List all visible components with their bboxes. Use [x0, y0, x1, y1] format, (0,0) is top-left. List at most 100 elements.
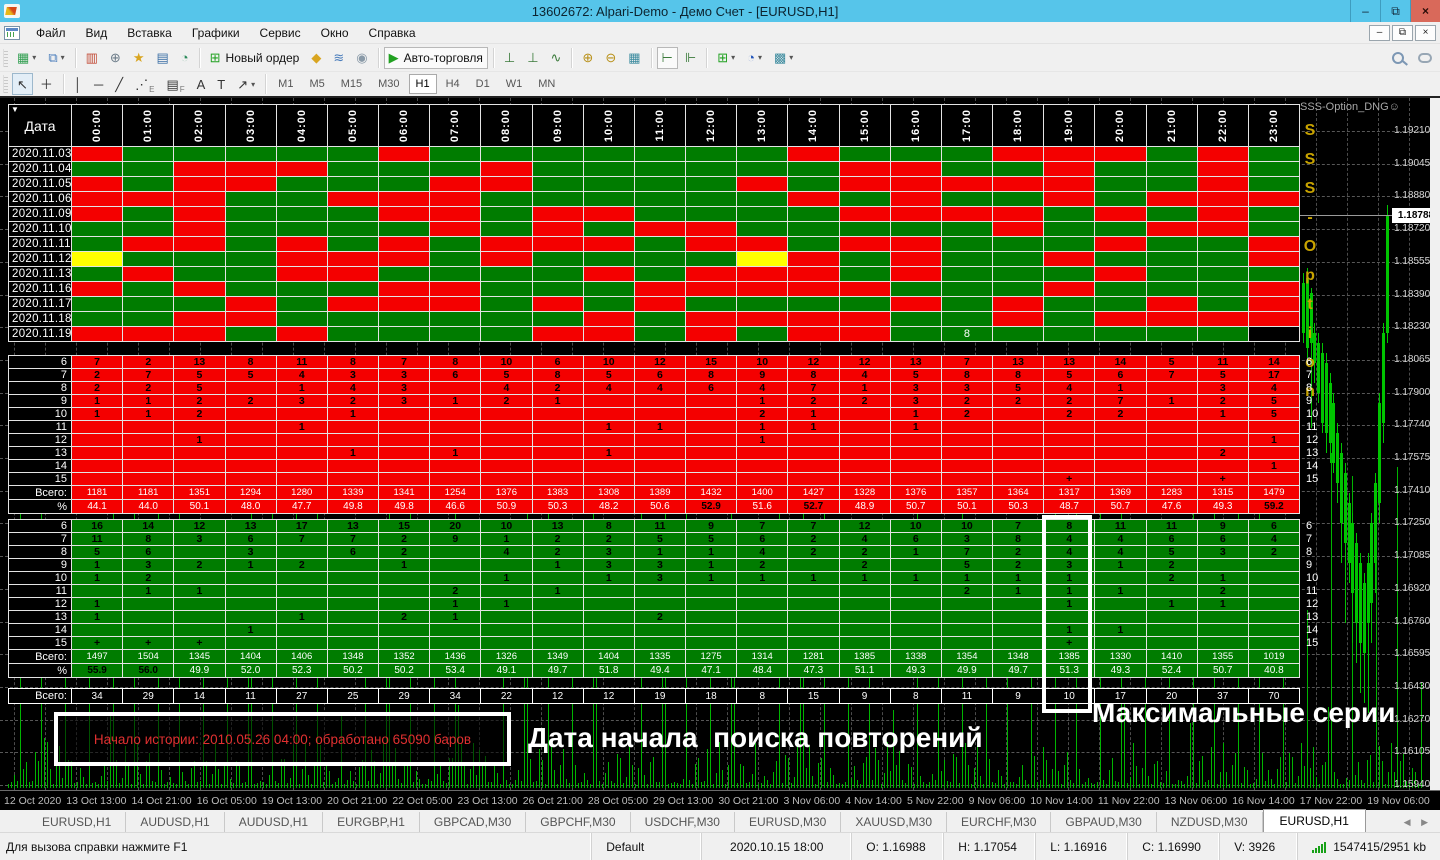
volume-bar	[941, 771, 942, 788]
templates-button[interactable]: ▩▾	[769, 47, 798, 69]
candle-body	[1374, 483, 1377, 563]
timeframe-MN[interactable]: MN	[531, 74, 562, 94]
volume-bar	[1367, 760, 1368, 788]
horizontal-line-tool-button[interactable]: ─	[89, 73, 108, 95]
depth-of-market-button[interactable]: ≋	[328, 47, 349, 69]
volume-bar	[1157, 761, 1158, 788]
chart-tab-GBPAUD-M30[interactable]: GBPAUD,M30	[1051, 812, 1156, 832]
chart-tab-XAUUSD-M30[interactable]: XAUUSD,M30	[841, 812, 947, 832]
new-chart-dropdown-icon[interactable]: ▾	[32, 53, 36, 62]
tile-windows-button[interactable]: ▦	[623, 47, 645, 69]
menu-item-Справка[interactable]: Справка	[359, 23, 426, 43]
timeframe-H1[interactable]: H1	[409, 74, 437, 94]
series-cell: 6	[226, 533, 276, 545]
periods-button[interactable]: ◔▾	[742, 47, 767, 69]
heatmap-cell	[993, 147, 1043, 161]
menu-item-Вставка[interactable]: Вставка	[117, 23, 182, 43]
chart-area[interactable]: SSS-Option_DNG☺ SSS-Option 1.18788 Начал…	[0, 98, 1440, 790]
chart-tab-NZDUSD-M30[interactable]: NZDUSD,M30	[1157, 812, 1263, 832]
timeframe-M5[interactable]: M5	[302, 74, 331, 94]
search-icon[interactable]	[1392, 52, 1404, 64]
chart-shift-button[interactable]: ⊩	[680, 47, 701, 69]
menu-item-Файл[interactable]: Файл	[26, 23, 76, 43]
chart-tab-EURUSD-H1[interactable]: EURUSD,H1	[28, 812, 126, 832]
chart-tab-AUDUSD-H1[interactable]: AUDUSD,H1	[126, 812, 224, 832]
autotrading-button[interactable]: ▶Авто-торговля	[384, 47, 488, 69]
trend-line-tool-button[interactable]: ╱	[110, 73, 128, 95]
chart-tab-GBPCAD-M30[interactable]: GBPCAD,M30	[420, 812, 526, 832]
application-window: 13602672: Alpari-Demo - Демо Счет - [EUR…	[0, 0, 1440, 860]
status-profile[interactable]: Default	[591, 833, 701, 860]
timeframe-D1[interactable]: D1	[469, 74, 497, 94]
child-minimize-button[interactable]: –	[1369, 25, 1390, 41]
timeframe-M30[interactable]: M30	[371, 74, 406, 94]
series-cell: 1	[72, 611, 122, 623]
profiles-button[interactable]: ⧉▾	[43, 47, 69, 69]
templates-dropdown-icon[interactable]: ▾	[789, 53, 793, 62]
line-chart-mode-button[interactable]: ∿	[546, 47, 567, 69]
menu-item-Вид[interactable]: Вид	[76, 23, 118, 43]
auto-scroll-button[interactable]: ⊢	[657, 47, 678, 69]
child-close-button[interactable]: ×	[1415, 25, 1436, 41]
chart-tab-EURCHF-M30[interactable]: EURCHF,M30	[947, 812, 1051, 832]
timeframe-H4[interactable]: H4	[439, 74, 467, 94]
close-button[interactable]: ×	[1410, 0, 1440, 22]
arrow-objects-dropdown-icon[interactable]: ▾	[251, 80, 255, 89]
series-total-cell: 1351	[174, 486, 224, 499]
signals-button[interactable]: ◉	[351, 47, 372, 69]
series-cell	[584, 585, 634, 597]
cursor-tool-button[interactable]: ↖	[12, 73, 33, 95]
indicators-button[interactable]: ⊞▾	[712, 47, 740, 69]
zoom-out-button[interactable]: ⊖	[600, 47, 621, 69]
child-restore-button[interactable]: ⧉	[1392, 25, 1413, 41]
minimize-button[interactable]: –	[1350, 0, 1380, 22]
chart-tab-GBPCHF-M30[interactable]: GBPCHF,M30	[526, 812, 630, 832]
chart-tab-AUDUSD-H1[interactable]: AUDUSD,H1	[225, 812, 323, 832]
candlestick-mode-button[interactable]: ⊥	[522, 47, 543, 69]
timeframe-M1[interactable]: M1	[271, 74, 300, 94]
timeframe-M15[interactable]: M15	[334, 74, 369, 94]
series-cell	[891, 434, 941, 446]
tab-scroll-left-icon[interactable]: ◀	[1404, 817, 1415, 827]
crosshair-tool-button[interactable]: ＋	[35, 73, 58, 95]
chat-icon[interactable]	[1418, 53, 1432, 63]
series-cell	[379, 637, 429, 649]
chart-tab-EURUSD-M30[interactable]: EURUSD,M30	[735, 812, 841, 832]
menu-item-Окно[interactable]: Окно	[311, 23, 359, 43]
text-tool-button[interactable]: A	[192, 73, 211, 95]
profiles-dropdown-icon[interactable]: ▾	[61, 53, 65, 62]
series-cell	[635, 408, 685, 420]
arrow-objects-tool-button[interactable]: ↗▾	[232, 73, 260, 95]
series-cell	[123, 421, 173, 433]
one-click-trading-button[interactable]: ◆	[306, 47, 326, 69]
timeframe-W1[interactable]: W1	[499, 74, 530, 94]
navigator-button[interactable]: ★	[128, 47, 150, 69]
volume-bar	[791, 783, 792, 788]
chart-tab-USDCHF-M30[interactable]: USDCHF,M30	[631, 812, 735, 832]
sort-triangle-icon[interactable]: ▼	[11, 105, 19, 114]
menu-item-Графики[interactable]: Графики	[182, 23, 250, 43]
series-cell	[1249, 421, 1299, 433]
fibonacci-tool-button[interactable]: ▤F	[161, 73, 189, 95]
vertical-line-tool-button[interactable]: │	[69, 73, 87, 95]
new-chart-button[interactable]: ▦▾	[12, 47, 41, 69]
heatmap-cell	[328, 177, 378, 191]
zoom-in-button[interactable]: ⊕	[577, 47, 598, 69]
data-window-button[interactable]: ⊕	[105, 47, 126, 69]
chart-tab-EURGBP-H1[interactable]: EURGBP,H1	[323, 812, 420, 832]
restore-button[interactable]: ⧉	[1380, 0, 1410, 22]
volume-bar	[911, 767, 912, 788]
equidistant-channel-tool-button[interactable]: ⋰E	[130, 73, 159, 95]
strategy-tester-button[interactable]: ◔	[176, 47, 194, 69]
indicators-dropdown-icon[interactable]: ▾	[731, 53, 735, 62]
periods-dropdown-icon[interactable]: ▾	[758, 53, 762, 62]
terminal-button[interactable]: ▤	[151, 47, 173, 69]
new-order-button[interactable]: ⊞Новый ордер	[205, 47, 305, 69]
menu-item-Сервис[interactable]: Сервис	[250, 23, 311, 43]
text-label-tool-button[interactable]: T	[212, 73, 230, 95]
bar-chart-mode-button[interactable]: ⊥	[499, 47, 520, 69]
chart-tab-EURUSD-H1[interactable]: EURUSD,H1	[1263, 809, 1366, 832]
volume-bar	[785, 755, 786, 788]
market-watch-button[interactable]: ▥	[81, 47, 103, 69]
tab-scroll-right-icon[interactable]: ▶	[1421, 817, 1432, 827]
